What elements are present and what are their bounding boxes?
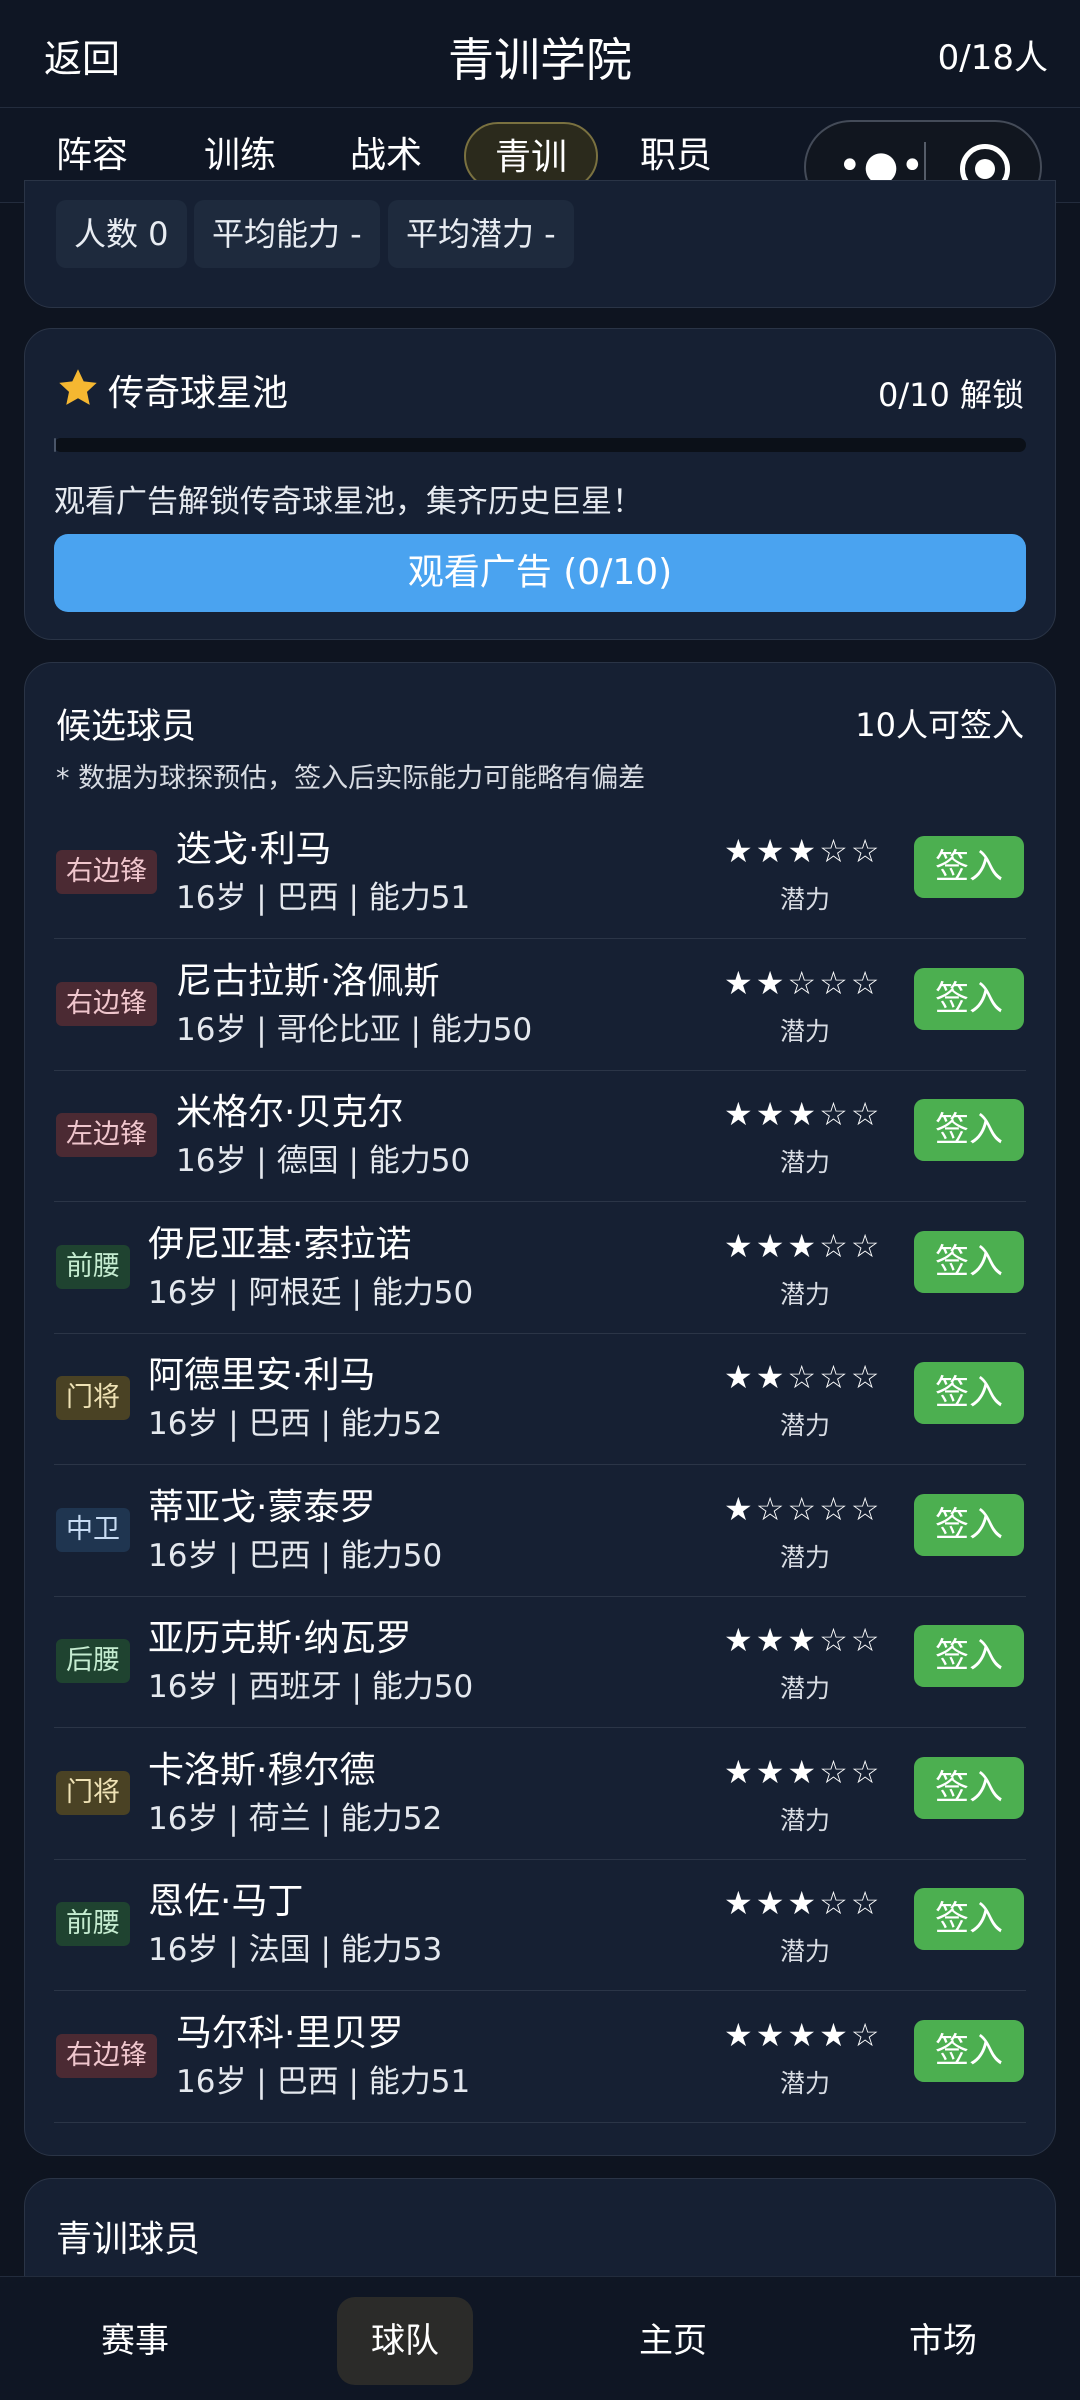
position-badge: 门将	[56, 1376, 130, 1420]
potential-label: 潜力	[780, 2068, 831, 2098]
potential-stars: ★★★☆☆	[724, 1095, 883, 1133]
player-name: 阿德里安·利马	[148, 1355, 376, 1396]
sign-button[interactable]: 签入	[914, 2019, 1024, 2082]
potential-label: 潜力	[780, 1674, 831, 1703]
potential-stars: ★☆☆☆☆	[724, 1489, 883, 1528]
sign-button[interactable]: 签入	[914, 1756, 1024, 1819]
candidate-row: 后腰 亚历克斯·纳瓦罗 16岁 | 西班牙 | 能力50 ★★★☆☆ 潜力 签入	[54, 1597, 1026, 1728]
position-badge: 后腰	[56, 1639, 130, 1683]
legend-pool-description: 观看广告解锁传奇球星池，集齐历史巨星！	[54, 484, 643, 520]
summary-count-chip: 人数 0	[56, 200, 187, 268]
potential-stars: ★★★☆☆	[724, 1752, 883, 1791]
candidate-row: 前腰 恩佐·马丁 16岁 | 法国 | 能力53 ★★★☆☆ 潜力 签入	[54, 1860, 1026, 1991]
player-info: 16岁 | 哥伦比亚 | 能力50	[176, 1011, 533, 1048]
legend-pool-progress: 0/10 解锁	[877, 376, 1024, 414]
candidate-row: 门将 卡洛斯·穆尔德 16岁 | 荷兰 | 能力52 ★★★☆☆ 潜力 签入	[54, 1729, 1026, 1860]
potential-label: 潜力	[780, 1411, 831, 1440]
player-name: 迭戈·利马	[176, 829, 332, 870]
nav-team[interactable]: 球队	[337, 2297, 473, 2385]
sign-button[interactable]: 签入	[914, 1099, 1024, 1161]
position-badge: 中卫	[56, 1507, 130, 1552]
position-badge: 门将	[56, 1770, 130, 1815]
legend-progress-fill	[54, 438, 56, 452]
sign-button[interactable]: 签入	[914, 1230, 1024, 1293]
sign-button[interactable]: 签入	[914, 1362, 1024, 1424]
nav-market[interactable]: 市场	[878, 2297, 1008, 2385]
player-name: 尼古拉斯·洛佩斯	[176, 960, 440, 1002]
position-badge: 前腰	[56, 1244, 130, 1289]
player-name: 恩佐·马丁	[148, 1881, 304, 1922]
player-info: 16岁 | 巴西 | 能力51	[176, 880, 471, 916]
player-info: 16岁 | 荷兰 | 能力52	[148, 1800, 443, 1837]
player-info: 16岁 | 法国 | 能力53	[148, 1932, 443, 1968]
summary-potential-chip: 平均潜力 -	[388, 200, 574, 268]
potential-stars: ★★★☆☆	[724, 1884, 883, 1922]
candidate-row: 右边锋 迭戈·利马 16岁 | 巴西 | 能力51 ★★★☆☆ 潜力 签入	[54, 808, 1026, 939]
sign-button[interactable]: 签入	[914, 1625, 1024, 1687]
youth-title: 青训球员	[56, 2219, 201, 2260]
nav-matches[interactable]: 赛事	[70, 2297, 200, 2385]
candidate-row: 左边锋 米格尔·贝克尔 16岁 | 德国 | 能力50 ★★★☆☆ 潜力 签入	[54, 1071, 1026, 1202]
player-info: 16岁 | 阿根廷 | 能力50	[148, 1274, 474, 1311]
sign-button[interactable]: 签入	[914, 1888, 1024, 1950]
potential-stars: ★★☆☆☆	[724, 1358, 883, 1396]
candidates-title: 候选球员	[56, 707, 197, 747]
candidates-count: 10人可签入	[855, 706, 1024, 744]
potential-label: 潜力	[780, 1148, 831, 1177]
legend-pool-title: 传奇球星池	[108, 373, 289, 414]
summary-ability-chip: 平均能力 -	[194, 200, 380, 268]
nav-home[interactable]: 主页	[608, 2297, 738, 2385]
candidate-row: 右边锋 马尔科·里贝罗 16岁 | 巴西 | 能力51 ★★★★☆ 潜力 签入	[54, 1992, 1026, 2123]
player-info: 16岁 | 巴西 | 能力50	[148, 1537, 443, 1574]
player-name: 马尔科·里贝罗	[176, 2012, 404, 2054]
header: 返回 青训学院 0/18人	[0, 0, 1080, 108]
potential-label: 潜力	[780, 1542, 831, 1572]
candidates-note: * 数据为球探预估，签入后实际能力可能略有偏差	[56, 763, 646, 794]
potential-stars: ★★★☆☆	[724, 1621, 883, 1659]
position-badge: 右边锋	[56, 981, 157, 1026]
player-name: 米格尔·贝克尔	[176, 1092, 404, 1133]
sign-button[interactable]: 签入	[914, 967, 1024, 1030]
player-name: 卡洛斯·穆尔德	[148, 1749, 376, 1791]
potential-stars: ★★★★☆	[724, 2015, 883, 2054]
position-badge: 右边锋	[56, 850, 157, 894]
watch-ad-button[interactable]: 观看广告 (0/10)	[54, 534, 1026, 612]
player-info: 16岁 | 巴西 | 能力51	[176, 2063, 471, 2100]
player-name: 伊尼亚基·索拉诺	[148, 1223, 412, 1265]
candidate-row: 门将 阿德里安·利马 16岁 | 巴西 | 能力52 ★★☆☆☆ 潜力 签入	[54, 1334, 1026, 1465]
legend-progress-bar	[54, 438, 1026, 452]
sign-button[interactable]: 签入	[914, 836, 1024, 898]
potential-label: 潜力	[780, 885, 831, 914]
star-icon	[59, 369, 97, 405]
player-name: 蒂亚戈·蒙泰罗	[148, 1486, 376, 1528]
potential-label: 潜力	[780, 1805, 831, 1835]
player-info: 16岁 | 巴西 | 能力52	[148, 1406, 443, 1442]
bottom-nav: 赛事 球队 主页 市场	[0, 2276, 1080, 2400]
position-badge: 右边锋	[56, 2033, 157, 2078]
potential-label: 潜力	[780, 1279, 831, 1309]
player-info: 16岁 | 西班牙 | 能力50	[148, 1669, 474, 1705]
potential-stars: ★★★☆☆	[724, 832, 883, 870]
player-info: 16岁 | 德国 | 能力50	[176, 1143, 471, 1179]
candidate-row: 右边锋 尼古拉斯·洛佩斯 16岁 | 哥伦比亚 | 能力50 ★★☆☆☆ 潜力 签入	[54, 940, 1026, 1071]
potential-label: 潜力	[780, 1937, 831, 1966]
potential-label: 潜力	[780, 1016, 831, 1046]
player-name: 亚历克斯·纳瓦罗	[148, 1618, 412, 1659]
potential-stars: ★★☆☆☆	[724, 963, 883, 1002]
page-title: 青训学院	[448, 33, 632, 87]
candidate-row: 中卫 蒂亚戈·蒙泰罗 16岁 | 巴西 | 能力50 ★☆☆☆☆ 潜力 签入	[54, 1466, 1026, 1597]
position-badge: 前腰	[56, 1902, 130, 1946]
member-count: 0/18人	[937, 38, 1048, 78]
potential-stars: ★★★☆☆	[724, 1226, 883, 1265]
candidate-row: 前腰 伊尼亚基·索拉诺 16岁 | 阿根廷 | 能力50 ★★★☆☆ 潜力 签入	[54, 1203, 1026, 1334]
position-badge: 左边锋	[56, 1113, 157, 1157]
sign-button[interactable]: 签入	[914, 1493, 1024, 1556]
